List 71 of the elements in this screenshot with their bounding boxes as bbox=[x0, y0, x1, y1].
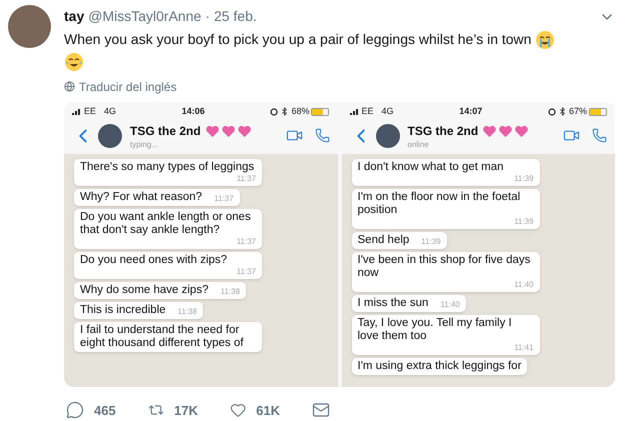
globe-icon bbox=[64, 81, 75, 92]
message-text: Why do some have zips? bbox=[80, 284, 208, 297]
battery-percent: 67% bbox=[568, 104, 587, 118]
message-time: 11:37 bbox=[214, 194, 234, 204]
user-handle[interactable]: @MissTayl0rAnne bbox=[88, 6, 202, 27]
message-text: Why? For what reason? bbox=[80, 190, 202, 204]
clock-label: 14:06 bbox=[182, 104, 205, 118]
crying-face-icon bbox=[535, 30, 556, 50]
bluetooth-icon bbox=[558, 107, 567, 116]
tears-of-joy-icon bbox=[64, 52, 84, 72]
battery-icon bbox=[588, 108, 607, 116]
contact-avatar bbox=[98, 124, 122, 148]
mail-icon[interactable] bbox=[312, 401, 330, 420]
action-count: 17K bbox=[174, 402, 198, 420]
heart-icon bbox=[220, 124, 236, 138]
battery-percent: 68% bbox=[291, 104, 310, 118]
presence-label: typing... bbox=[130, 140, 160, 150]
message-time: 11:37 bbox=[236, 266, 256, 277]
message-time: 11:40 bbox=[440, 300, 460, 310]
clock-label: 14:07 bbox=[459, 104, 482, 118]
carrier-label: EE bbox=[362, 104, 374, 118]
tweet-date[interactable]: 25 feb. bbox=[214, 6, 257, 27]
message-text: I'm on the floor now in the foetal position bbox=[358, 190, 522, 217]
carrier-label: EE bbox=[84, 104, 96, 118]
heart-icon bbox=[204, 124, 220, 138]
battery-icon bbox=[311, 108, 330, 116]
action-count: 465 bbox=[94, 402, 116, 420]
message-time: 11:38 bbox=[220, 286, 240, 297]
contact-name: TSG the 2nd bbox=[408, 123, 478, 140]
action-count: 61K bbox=[256, 402, 280, 420]
reply-icon[interactable] bbox=[66, 401, 84, 420]
network-label: 4G bbox=[104, 104, 116, 118]
signal-icon bbox=[350, 108, 360, 116]
message-time: 11:39 bbox=[514, 216, 534, 227]
message-text: There's so many types of leggings bbox=[80, 160, 254, 174]
avatar[interactable] bbox=[8, 5, 51, 48]
message-text: I fail to understand the need for eight thousand different types of bbox=[80, 324, 244, 350]
message-text: This is incredible bbox=[80, 304, 166, 317]
message-time: 11:40 bbox=[514, 280, 534, 290]
presence-label: online bbox=[408, 140, 430, 150]
heart-icon bbox=[498, 124, 514, 138]
heart-icon bbox=[482, 124, 498, 138]
translate-link[interactable]: Traducir del inglés bbox=[79, 78, 177, 96]
heart-icon[interactable] bbox=[230, 401, 246, 420]
message-time: 11:41 bbox=[514, 342, 534, 353]
contact-avatar bbox=[376, 124, 400, 148]
message-text: I don't know what to get man bbox=[358, 160, 504, 174]
message-time: 11:37 bbox=[236, 174, 256, 184]
heart-icon bbox=[514, 124, 530, 138]
display-name[interactable]: tay bbox=[64, 6, 84, 27]
tweet-text: When you ask your boyf to pick you up a pair of leggings whilst he’s in town bbox=[64, 31, 532, 47]
message-text: I've been in this shop for five days now bbox=[358, 254, 532, 280]
phone-icon[interactable] bbox=[314, 128, 330, 144]
message-time: 11:39 bbox=[514, 174, 534, 184]
heart-icon bbox=[236, 124, 252, 138]
contact-name: TSG the 2nd bbox=[130, 123, 201, 140]
message-text: Tay, I love you. Tell my family I love them too bbox=[358, 316, 513, 343]
message-text: Send help bbox=[358, 234, 410, 247]
message-text: I miss the sun bbox=[358, 296, 428, 310]
separator: · bbox=[205, 7, 210, 26]
phone-icon[interactable] bbox=[592, 128, 607, 144]
network-label: 4G bbox=[382, 104, 394, 118]
bluetooth-icon bbox=[280, 107, 290, 116]
message-text: I'm using extra thick leggings for bbox=[358, 360, 522, 373]
message-text: Do you want ankle length or ones that don't say ankle length? bbox=[80, 210, 252, 237]
tweet-image[interactable] bbox=[64, 102, 615, 387]
signal-icon bbox=[72, 108, 82, 116]
message-text: Do you need ones with zips? bbox=[80, 254, 228, 267]
message-time: 11:37 bbox=[236, 236, 256, 247]
message-time: 11:39 bbox=[421, 236, 441, 247]
message-time: 11:38 bbox=[178, 306, 198, 317]
